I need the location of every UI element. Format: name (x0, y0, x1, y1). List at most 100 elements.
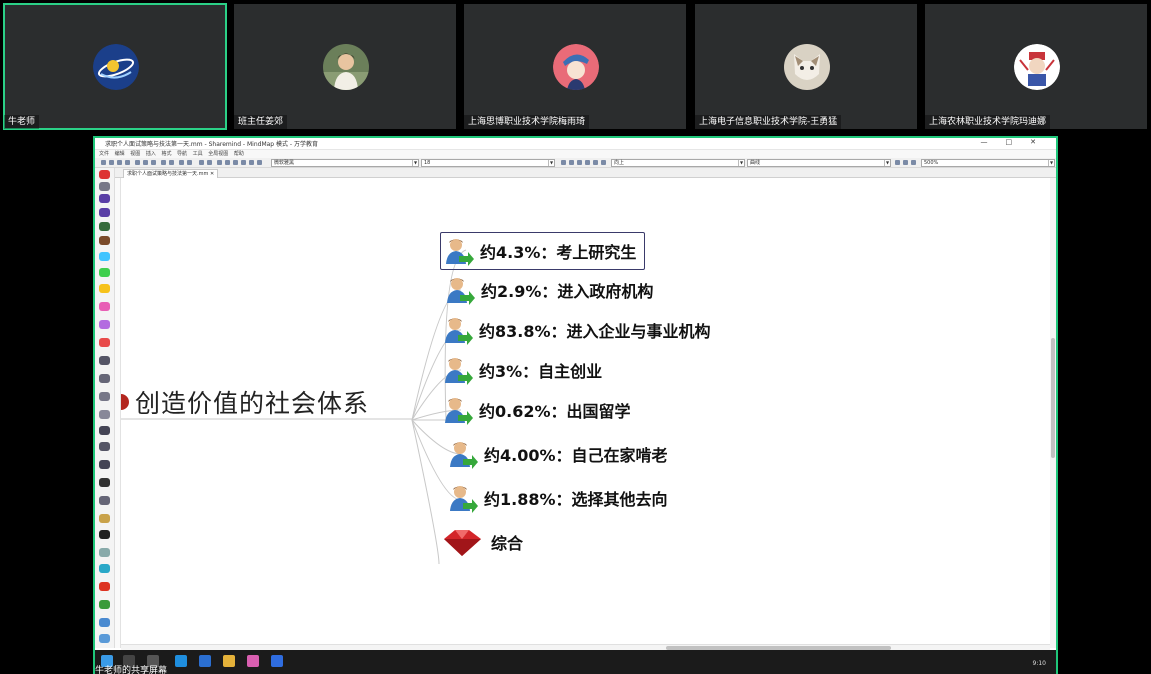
zoom-in-icon[interactable] (199, 160, 204, 165)
cloud-icon[interactable] (249, 160, 254, 165)
mindmap-node[interactable]: 约0.62%：出国留学 (443, 396, 631, 425)
app-icon[interactable] (247, 655, 259, 667)
redo-icon[interactable] (169, 160, 174, 165)
jet-icon[interactable] (99, 478, 110, 487)
tab-document[interactable]: 求职个人面试策略与技法第一天.mm ✕ (123, 169, 219, 178)
minimize-icon[interactable]: — (981, 138, 988, 150)
save-icon[interactable] (117, 160, 122, 165)
jet-icon[interactable] (99, 426, 110, 435)
menu-view[interactable]: 视图 (130, 150, 140, 158)
app-icon[interactable] (199, 655, 211, 667)
jet-icon[interactable] (99, 514, 110, 523)
bold-icon[interactable] (217, 160, 222, 165)
chevron-down-icon: ▼ (548, 160, 554, 166)
yellow-lips-icon[interactable] (99, 284, 110, 293)
red-ball-icon[interactable] (99, 582, 110, 591)
green-lips-icon[interactable] (99, 268, 110, 277)
tool-icon[interactable] (99, 634, 110, 643)
jet-icon[interactable] (99, 410, 110, 419)
vertical-scrollbar[interactable] (1050, 178, 1056, 648)
italic-icon[interactable] (225, 160, 230, 165)
line-style-select[interactable]: 曲线 ▼ (747, 159, 891, 167)
jet-icon[interactable] (99, 564, 110, 573)
new-file-icon[interactable] (101, 160, 106, 165)
font-family-select[interactable]: 微软雅黑 ▼ (271, 159, 419, 167)
root-node[interactable]: 创造价值的社会体系 (135, 384, 369, 420)
menu-format[interactable]: 格式 (161, 150, 171, 158)
mindmap-node[interactable]: 约2.9%：进入政府机构 (445, 276, 653, 305)
green-ball-icon[interactable] (99, 600, 110, 609)
mindmap-node[interactable]: 综合 (441, 528, 523, 556)
close-icon[interactable]: ✕ (1030, 138, 1036, 150)
node-style-icon[interactable] (577, 160, 582, 165)
mindmap-node[interactable]: 约83.8%：进入企业与事业机构 (443, 316, 711, 345)
mindmap-node[interactable]: 约4.00%：自己在家啃老 (448, 440, 668, 469)
menu-edit[interactable]: 编辑 (115, 150, 125, 158)
navigate-forward-icon[interactable] (187, 160, 192, 165)
menu-overview[interactable]: 全局视图 (208, 150, 228, 158)
close-tab-icon[interactable]: ✕ (210, 171, 214, 177)
purple-box-icon[interactable] (99, 208, 110, 217)
participant-tile[interactable]: 牛老师 (3, 3, 227, 130)
undo-icon[interactable] (161, 160, 166, 165)
mindmap-node[interactable]: 约1.88%：选择其他去向 (448, 484, 668, 513)
app-icon[interactable] (271, 655, 283, 667)
pink-lips-icon[interactable] (99, 302, 110, 311)
green-box-icon[interactable] (99, 222, 110, 231)
jet-icon[interactable] (99, 442, 110, 451)
checkmark-icon[interactable] (601, 160, 606, 165)
zoom-out-icon[interactable] (207, 160, 212, 165)
mindmap-node[interactable]: 约3%：自主创业 (443, 356, 602, 385)
bubble-style-icon[interactable] (593, 160, 598, 165)
cut-icon[interactable] (135, 160, 140, 165)
menu-navigate[interactable]: 导航 (177, 150, 187, 158)
navigate-back-icon[interactable] (179, 160, 184, 165)
node-color-icon[interactable] (233, 160, 238, 165)
scroll-thumb[interactable] (1051, 338, 1055, 458)
brown-box-icon[interactable] (99, 236, 110, 245)
mindmap-node[interactable]: 约4.3%：考上研究生 (440, 232, 646, 270)
jet-icon[interactable] (99, 548, 110, 557)
blue-lips-icon[interactable] (99, 252, 110, 261)
remove-all-icon[interactable] (99, 182, 110, 191)
menu-help[interactable]: 帮助 (234, 150, 244, 158)
participant-tile[interactable]: 上海电子信息职业技术学院-王勇猛 (695, 4, 917, 129)
grid-icon[interactable] (903, 160, 908, 165)
edge-color-icon[interactable] (241, 160, 246, 165)
remove-icon[interactable] (99, 170, 110, 179)
print-icon[interactable] (125, 160, 130, 165)
zoom-select[interactable]: 500% ▼ (921, 159, 1055, 167)
file-explorer-icon[interactable] (223, 655, 235, 667)
node-label: 约83.8%：进入企业与事业机构 (479, 322, 711, 341)
participant-tile[interactable]: 上海农林职业技术学院玛迪娜 (925, 4, 1147, 129)
jet-icon[interactable] (99, 392, 110, 401)
edge-width-icon[interactable] (561, 160, 566, 165)
font-size-select[interactable]: 18 ▼ (421, 159, 555, 167)
jet-icon[interactable] (99, 356, 110, 365)
layout-direction-select[interactable]: 向上 ▼ (611, 159, 745, 167)
jet-icon[interactable] (99, 496, 110, 505)
open-file-icon[interactable] (109, 160, 114, 165)
paste-icon[interactable] (151, 160, 156, 165)
fit-icon[interactable] (895, 160, 900, 165)
menu-tools[interactable]: 工具 (193, 150, 203, 158)
maximize-icon[interactable]: □ (1006, 138, 1013, 150)
edge-style-icon[interactable] (569, 160, 574, 165)
participant-tile[interactable]: 上海思博职业技术学院梅雨琦 (464, 4, 686, 129)
tool-icon[interactable] (99, 618, 110, 627)
fork-style-icon[interactable] (585, 160, 590, 165)
jet-icon[interactable] (99, 460, 110, 469)
participant-tile[interactable]: 班主任姜郊 (234, 4, 456, 129)
link-icon[interactable] (257, 160, 262, 165)
edge-browser-icon[interactable] (175, 655, 187, 667)
mindmap-canvas[interactable]: 创造价值的社会体系 约4.3%：考上研究生 约2.9%：进入政府机构 约83.8… (121, 178, 1052, 644)
purple-box-icon[interactable] (99, 194, 110, 203)
jet-icon[interactable] (99, 530, 110, 539)
outline-icon[interactable] (911, 160, 916, 165)
jet-icon[interactable] (99, 374, 110, 383)
violet-lips-icon[interactable] (99, 320, 110, 329)
menu-file[interactable]: 文件 (99, 150, 109, 158)
red-lips-icon[interactable] (99, 338, 110, 347)
menu-insert[interactable]: 插入 (146, 150, 156, 158)
copy-icon[interactable] (143, 160, 148, 165)
